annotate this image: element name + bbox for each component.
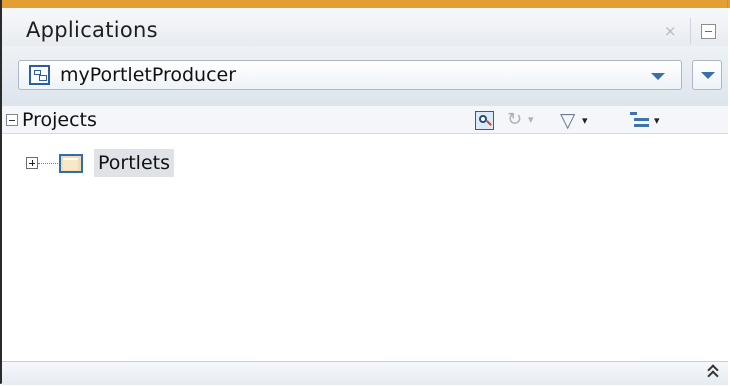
application-selector-row: myPortletProducer (2, 46, 728, 106)
tree-connector (38, 163, 58, 164)
folder-icon (59, 154, 83, 173)
view-options-dropdown-icon[interactable]: ▾ (654, 114, 660, 127)
view-options-icon[interactable] (630, 110, 649, 129)
chevron-down-icon (701, 72, 715, 79)
collapsed-panel-strip (2, 361, 728, 385)
application-icon (29, 65, 50, 85)
find-icon[interactable] (475, 111, 494, 130)
chevron-down-icon (651, 73, 665, 80)
filter-icon[interactable]: ▽ (560, 108, 575, 132)
panel-titlebar: Applications × (2, 8, 728, 46)
application-dropdown[interactable]: myPortletProducer (18, 60, 682, 90)
tree-item-portlets[interactable]: Portlets (24, 148, 244, 178)
application-name: myPortletProducer (60, 64, 237, 86)
project-tree: Portlets (2, 134, 728, 361)
filter-dropdown-icon[interactable]: ▾ (582, 114, 588, 127)
expand-panel-icon[interactable] (708, 365, 720, 381)
tree-item-label: Portlets (94, 149, 174, 177)
sync-dropdown-icon[interactable]: ▾ (528, 113, 534, 126)
titlebar-divider (690, 18, 691, 44)
projects-label: Projects (22, 109, 97, 131)
application-menu-button[interactable] (692, 60, 722, 90)
sync-icon[interactable]: ↻ (507, 109, 522, 130)
minimize-icon[interactable] (701, 24, 716, 39)
close-icon[interactable]: × (664, 22, 677, 40)
expand-icon[interactable] (26, 157, 38, 169)
panel-title: Applications (26, 18, 158, 42)
collapse-icon[interactable] (6, 114, 18, 126)
projects-header: Projects ↻ ▾ ▽ ▾ ▾ (2, 106, 728, 134)
